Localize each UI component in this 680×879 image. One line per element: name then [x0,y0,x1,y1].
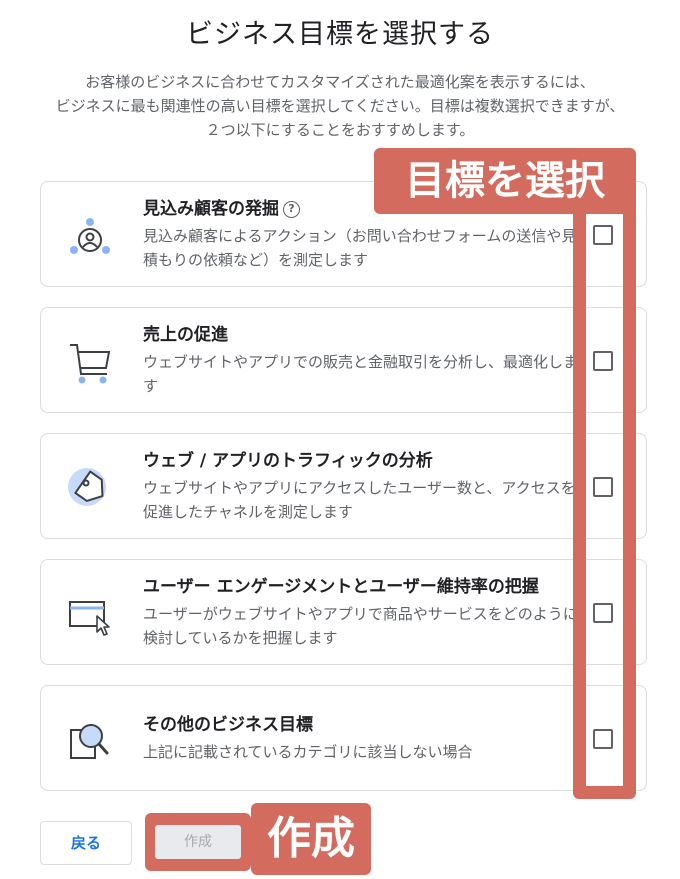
objective-card-traffic[interactable]: ウェブ / アプリのトラフィックの分析 ウェブサイトやアプリにアクセスしたユーザ… [40,433,647,539]
select-goal-annotation: 目標を選択 [374,148,636,214]
lead-person-icon [70,218,110,254]
objective-card-sales[interactable]: 売上の促進 ウェブサイトやアプリでの販売と金融取引を分析し、最適化します [40,307,647,413]
description-line-2: ビジネスに最も関連性の高い目標を選択してください。目標は複数選択できますが、 [55,97,625,115]
objective-text: 売上の促進 ウェブサイトやアプリでの販売と金融取引を分析し、最適化します [143,308,583,412]
objective-title: ウェブ / アプリのトラフィックの分析 [143,451,433,471]
create-button[interactable]: 作成 [155,825,241,859]
objective-description: ウェブサイトやアプリにアクセスしたユーザー数と、アクセスを促進したチャネルを測定… [143,479,576,521]
back-button[interactable]: 戻る [40,821,132,865]
objective-card-engagement[interactable]: ユーザー エンゲージメントとユーザー維持率の把握 ユーザーがウェブサイトやアプリ… [40,559,647,665]
objective-text: その他のビジネス目標 上記に記載されているカテゴリに該当しない場合 [143,686,583,790]
help-icon[interactable]: ? [283,201,300,218]
objective-title: ユーザー エンゲージメントとユーザー維持率の把握 [143,577,539,597]
page-description: お客様のビジネスに合わせてカスタマイズされた最適化案を表示するには、 ビジネスに… [10,70,670,142]
objective-text: ユーザー エンゲージメントとユーザー維持率の把握 ユーザーがウェブサイトやアプリ… [143,560,583,664]
objective-description: 見込み顧客によるアクション（お問い合わせフォームの送信や見積もりの依頼など）を測… [143,227,577,269]
tag-icon [68,468,106,506]
objective-description: ウェブサイトやアプリでの販売と金融取引を分析し、最適化します [143,353,579,395]
objective-description: 上記に記載されているカテゴリに該当しない場合 [143,743,473,761]
create-annotation: 作成 [251,803,371,875]
objective-description: ユーザーがウェブサイトやアプリで商品やサービスをどのように検討しているかを把握し… [143,605,578,647]
shopping-cart-icon [70,344,111,384]
checkbox-highlight-frame [573,175,636,799]
description-line-1: お客様のビジネスに合わせてカスタマイズされた最適化案を表示するには、 [85,73,595,91]
browser-cursor-icon [69,601,110,636]
objective-title: 売上の促進 [143,325,228,345]
objective-title: その他のビジネス目標 [143,715,313,735]
magnifier-icon [70,724,109,759]
page-title: ビジネス目標を選択する [186,19,494,50]
objective-card-other[interactable]: その他のビジネス目標 上記に記載されているカテゴリに該当しない場合 [40,685,647,791]
description-line-3: ２つ以下にすることをおすすめします。 [205,121,475,139]
objective-text: ウェブ / アプリのトラフィックの分析 ウェブサイトやアプリにアクセスしたユーザ… [143,434,583,538]
